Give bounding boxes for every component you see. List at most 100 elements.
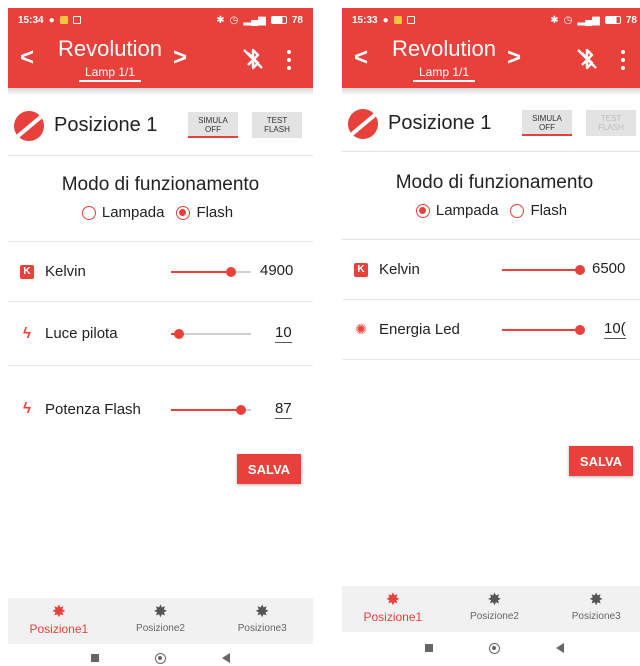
led-icon: ✺	[355, 321, 367, 337]
radio-flash-label[interactable]: Flash	[196, 204, 233, 221]
recents-icon[interactable]	[425, 644, 433, 652]
position-title: Posizione 1	[54, 114, 158, 136]
potenza-flash-input[interactable]: 87	[275, 400, 292, 419]
simula-line2: OFF	[539, 123, 555, 132]
position-title: Posizione 1	[388, 112, 492, 134]
mode-section: Modo di funzionamento Lampada Flash	[8, 156, 313, 242]
simula-line2: OFF	[205, 125, 221, 134]
simula-off-button[interactable]: SIMULA OFF	[522, 110, 572, 136]
radio-flash-label[interactable]: Flash	[530, 202, 567, 219]
tab-posizione3[interactable]: ✸ Posizione3	[211, 598, 313, 644]
gear-icon: ✸	[487, 590, 502, 609]
energia-led-slider[interactable]	[502, 325, 585, 335]
slider-thumb[interactable]	[575, 325, 585, 335]
lamp-subtitle[interactable]: Lamp 1/1	[78, 64, 142, 82]
phone-screen-b: 15:33 ● ✱ ◷ ▂▄▆ 78 < Revolution Lamp 1/1…	[342, 8, 640, 666]
kelvin-slider[interactable]	[171, 267, 251, 277]
radio-flash[interactable]	[176, 205, 191, 220]
recents-icon[interactable]	[91, 654, 99, 662]
mode-section: Modo di funzionamento Lampada Flash	[342, 152, 640, 240]
back-icon[interactable]	[556, 643, 564, 653]
tab-label: Posizione2	[136, 623, 185, 634]
more-vert-icon[interactable]	[620, 48, 626, 70]
back-icon[interactable]	[222, 653, 230, 663]
param-label: Luce pilota	[45, 325, 118, 342]
more-vert-icon[interactable]	[286, 48, 292, 70]
test-line1: TEST	[266, 116, 288, 125]
alarm-icon: ◷	[563, 14, 573, 26]
status-bar: 15:34 ● ✱ ◷ ▂▄▆ 78	[8, 8, 313, 32]
tab-label: Posizione1	[363, 610, 423, 624]
param-label: Kelvin	[45, 263, 86, 280]
home-icon[interactable]	[489, 642, 500, 654]
lamp-ball-icon	[14, 110, 44, 141]
tab-posizione2[interactable]: ✸ Posizione2	[444, 586, 546, 632]
save-button[interactable]: SALVA	[237, 454, 301, 484]
location-icon: ●	[48, 14, 55, 26]
simula-off-button[interactable]: SIMULA OFF	[188, 112, 238, 138]
simula-line1: SIMULA	[532, 114, 562, 123]
simula-line1: SIMULA	[198, 116, 228, 125]
battery-level: 78	[625, 14, 637, 26]
tab-label: Posizione1	[29, 622, 89, 636]
test-line2: FLASH	[598, 123, 624, 132]
radio-lampada[interactable]	[81, 205, 96, 220]
kelvin-slider[interactable]	[502, 265, 585, 275]
radio-lampada-label[interactable]: Lampada	[436, 202, 499, 219]
kelvin-icon: K	[20, 264, 34, 279]
gear-icon: ✸	[51, 602, 66, 621]
position-header: Posizione 1 SIMULA OFF TEST FLASH	[8, 96, 313, 156]
radio-lampada[interactable]	[415, 203, 430, 218]
slider-thumb[interactable]	[236, 405, 246, 415]
potenza-flash-slider[interactable]	[171, 405, 251, 415]
tab-posizione3[interactable]: ✸ Posizione3	[545, 586, 640, 632]
slider-thumb[interactable]	[226, 267, 236, 277]
radio-flash[interactable]	[510, 203, 525, 218]
tab-label: Posizione2	[470, 611, 519, 622]
tab-label: Posizione3	[237, 623, 287, 634]
slider-thumb[interactable]	[174, 329, 184, 339]
appbar-shadow	[8, 88, 313, 96]
phone-screen-a: 15:34 ● ✱ ◷ ▂▄▆ 78 < Revolution Lamp 1/1…	[8, 8, 313, 666]
tab-posizione2[interactable]: ✸ Posizione2	[110, 598, 212, 644]
notification-icon	[59, 16, 68, 24]
test-line1: TEST	[600, 114, 622, 123]
slider-thumb[interactable]	[575, 265, 585, 275]
title-box: Revolution Lamp 1/1	[50, 35, 170, 82]
bluetooth-off-icon[interactable]	[574, 46, 600, 72]
bolt-icon: ϟ	[23, 324, 31, 342]
slider-fill	[502, 269, 580, 271]
param-label: Potenza Flash	[45, 400, 141, 418]
luce-pilota-input[interactable]: 10	[275, 324, 292, 343]
gear-icon: ✸	[385, 590, 400, 609]
notification-icon	[393, 16, 402, 24]
signal-icon: ▂▄▆	[577, 14, 600, 26]
bottom-nav: ✸ Posizione1 ✸ Posizione2 ✸ Posizione3	[8, 598, 313, 644]
energia-led-input[interactable]: 10(	[604, 320, 626, 339]
app-title: Revolution	[392, 36, 496, 61]
test-flash-button[interactable]: TEST FLASH	[586, 110, 636, 136]
battery-icon	[604, 16, 621, 24]
next-lamp-button[interactable]: >	[173, 46, 187, 70]
system-nav-bar	[342, 634, 640, 662]
radio-lampada-label[interactable]: Lampada	[102, 204, 165, 221]
param-row-luce-pilota: ϟ Luce pilota 10	[8, 302, 313, 366]
prev-lamp-button[interactable]: <	[354, 46, 368, 70]
home-icon[interactable]	[155, 652, 166, 664]
kelvin-value: 4900	[260, 262, 294, 279]
location-icon: ●	[382, 14, 389, 26]
next-lamp-button[interactable]: >	[507, 46, 521, 70]
kelvin-icon: K	[354, 262, 368, 277]
tab-posizione1[interactable]: ✸ Posizione1	[8, 598, 110, 644]
bluetooth-off-icon[interactable]	[240, 46, 266, 72]
gear-icon: ✸	[255, 602, 270, 621]
test-flash-button[interactable]: TEST FLASH	[252, 112, 302, 138]
gallery-icon	[72, 16, 81, 24]
bottom-nav: ✸ Posizione1 ✸ Posizione2 ✸ Posizione3	[342, 586, 640, 632]
save-button[interactable]: SALVA	[569, 446, 633, 476]
prev-lamp-button[interactable]: <	[20, 46, 34, 70]
lamp-subtitle[interactable]: Lamp 1/1	[412, 64, 476, 82]
gear-icon: ✸	[589, 590, 604, 609]
luce-pilota-slider[interactable]	[171, 329, 251, 339]
tab-posizione1[interactable]: ✸ Posizione1	[342, 586, 444, 632]
